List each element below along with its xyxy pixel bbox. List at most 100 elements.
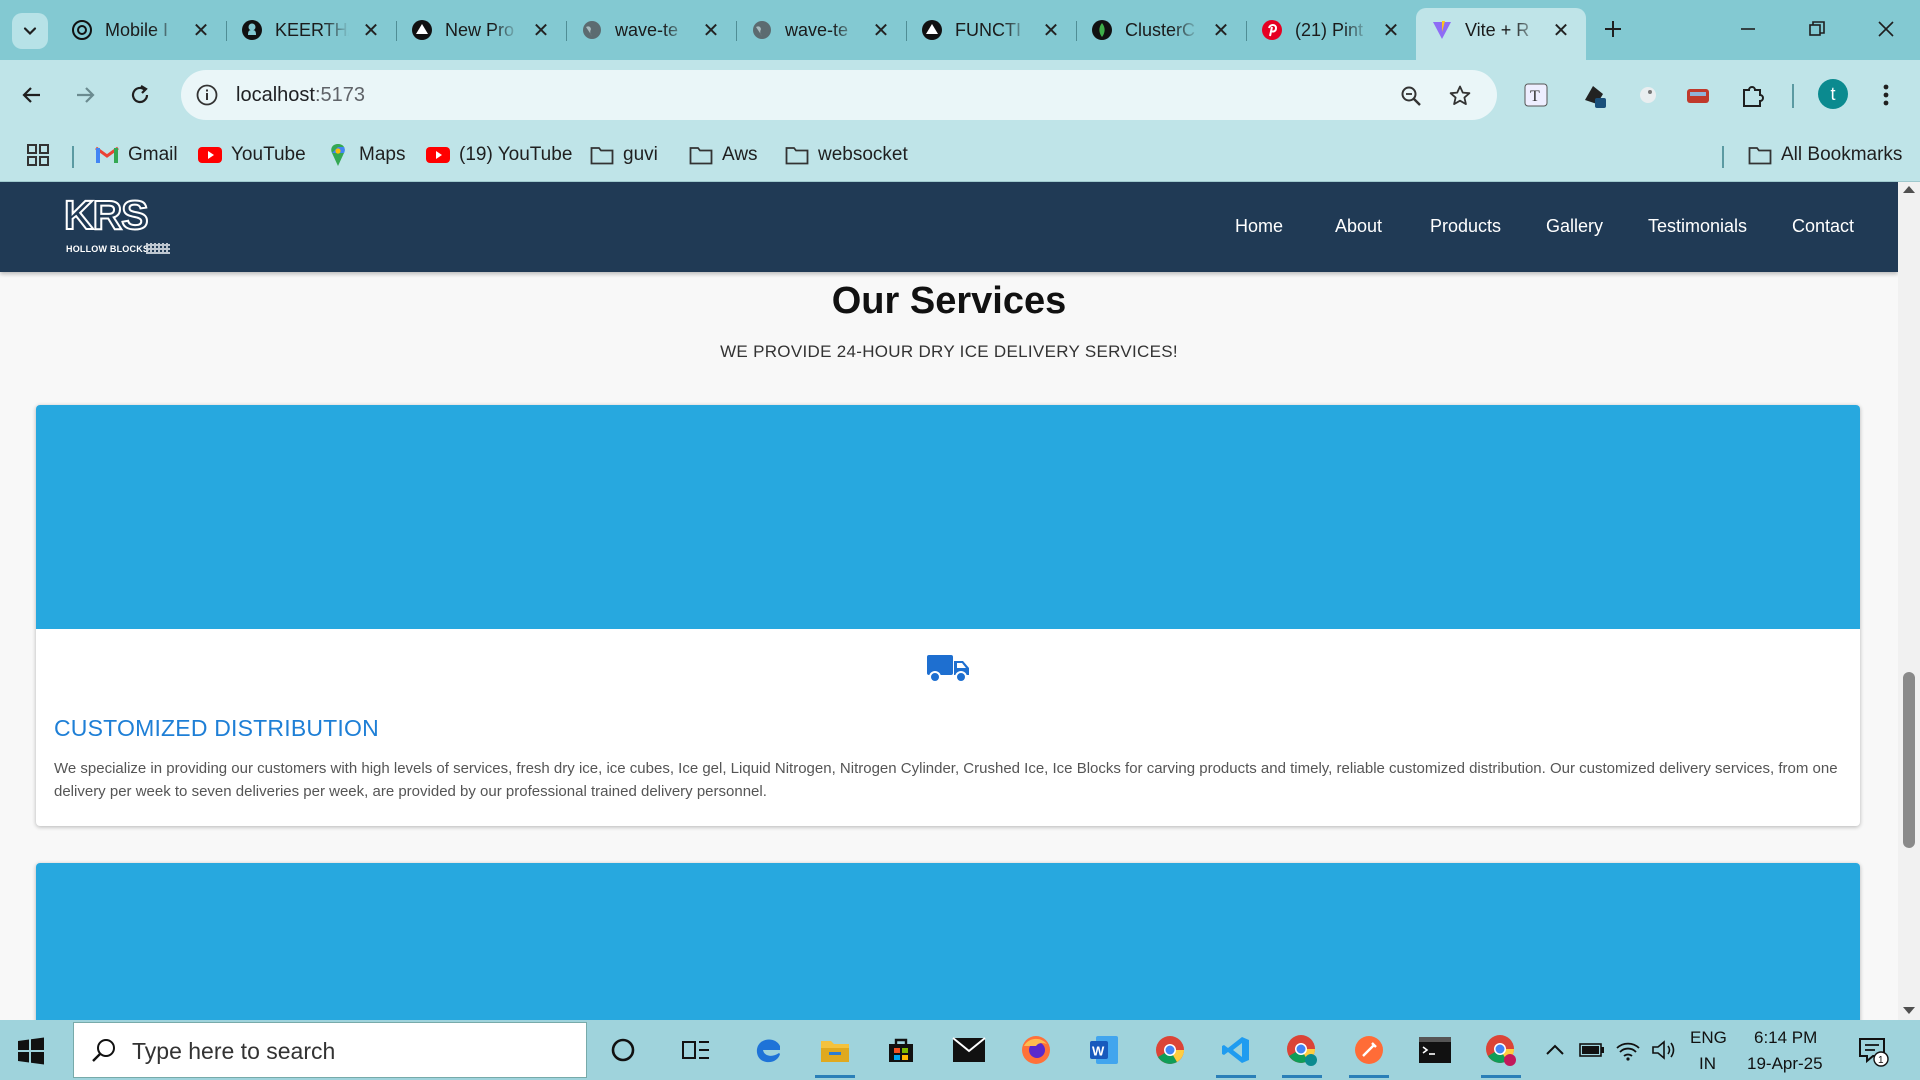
minimize-button[interactable]	[1733, 14, 1763, 44]
bookmark-folder-websocket[interactable]: websocket	[785, 140, 908, 170]
extension-icon[interactable]	[1576, 77, 1612, 113]
bookmark-youtube[interactable]: YouTube	[198, 140, 306, 170]
browser-tab[interactable]: New Pro ✕	[396, 8, 566, 52]
back-button[interactable]	[14, 77, 50, 113]
scrollbar-thumb[interactable]	[1903, 672, 1915, 848]
task-view-icon[interactable]	[674, 1028, 718, 1072]
apps-grid-icon	[27, 144, 49, 166]
all-bookmarks-button[interactable]: All Bookmarks	[1748, 140, 1902, 170]
browser-tab[interactable]: Mobile I ✕	[56, 8, 226, 52]
scroll-down-arrow-icon[interactable]	[1903, 1007, 1915, 1014]
language-indicator[interactable]: ENG	[1690, 1028, 1727, 1048]
apps-button[interactable]	[26, 140, 50, 170]
service-card-banner	[36, 863, 1860, 1020]
page-scrollbar[interactable]	[1898, 182, 1920, 1020]
file-explorer-icon[interactable]	[813, 1028, 857, 1078]
edge-icon[interactable]	[746, 1028, 790, 1072]
folder-icon	[1748, 143, 1772, 167]
logo-wordmark: KRS	[63, 192, 150, 238]
bookmark-folder-aws[interactable]: Aws	[689, 140, 758, 170]
vite-icon	[1431, 19, 1453, 41]
bookmark-folder-guvi[interactable]: guvi	[590, 140, 658, 170]
bookmark-maps[interactable]: Maps	[326, 140, 405, 170]
volume-icon[interactable]	[1642, 1028, 1686, 1072]
browser-tab[interactable]: ClusterC ✕	[1076, 8, 1246, 52]
nav-link-home[interactable]: Home	[1235, 216, 1283, 237]
bookmark-gmail[interactable]: Gmail	[95, 140, 178, 170]
folder-icon	[785, 143, 809, 167]
close-icon[interactable]: ✕	[530, 19, 552, 42]
site-logo[interactable]: KRS HOLLOW BLOCKS	[63, 191, 172, 259]
youtube-icon	[426, 143, 450, 167]
new-tab-button[interactable]	[1598, 14, 1628, 44]
browser-tab[interactable]: KEERTH/ ✕	[226, 8, 396, 52]
browser-tab[interactable]: (21) Pint ✕	[1246, 8, 1416, 52]
tab-title: FUNCTI	[955, 19, 1021, 40]
scroll-up-arrow-icon[interactable]	[1903, 186, 1915, 193]
close-icon[interactable]: ✕	[360, 19, 382, 42]
browser-tab[interactable]: FUNCTI ✕	[906, 8, 1076, 52]
browser-tab-active[interactable]: Vite + R ✕	[1416, 8, 1586, 60]
site-info-icon[interactable]	[193, 81, 221, 109]
profile-avatar[interactable]: t	[1818, 79, 1848, 109]
vscode-icon[interactable]	[1214, 1028, 1258, 1078]
postman-icon[interactable]	[1347, 1028, 1391, 1078]
gmail-icon	[95, 143, 119, 167]
close-icon[interactable]: ✕	[1550, 19, 1572, 42]
firefox-icon[interactable]	[1014, 1028, 1058, 1072]
translate-extension-icon[interactable]: T	[1518, 77, 1554, 113]
nav-link-about[interactable]: About	[1335, 216, 1382, 237]
tab-title: Mobile I	[105, 19, 169, 40]
chevron-down-icon	[23, 27, 37, 36]
search-icon	[92, 1039, 115, 1062]
bookmark-label: Gmail	[128, 144, 178, 165]
word-icon[interactable]: W	[1082, 1028, 1126, 1072]
vercel-icon	[921, 19, 943, 41]
close-icon	[1878, 21, 1894, 37]
extension-icon[interactable]	[1680, 77, 1716, 113]
url-text[interactable]: localhost:5173	[236, 84, 365, 107]
windows-start-icon[interactable]	[14, 1034, 48, 1068]
bookmarks-divider	[72, 146, 74, 168]
forward-button[interactable]	[67, 77, 103, 113]
tab-search-button[interactable]	[12, 13, 48, 49]
browser-tab[interactable]: wave-te ✕	[566, 8, 736, 52]
close-icon[interactable]: ✕	[190, 19, 212, 42]
clock-time[interactable]: 6:14 PM	[1754, 1028, 1817, 1048]
chrome-icon[interactable]	[1148, 1028, 1192, 1072]
plus-icon	[1605, 21, 1621, 37]
close-icon[interactable]: ✕	[1210, 19, 1232, 42]
close-window-button[interactable]	[1871, 14, 1901, 44]
microsoft-store-icon[interactable]	[879, 1028, 923, 1072]
bookmark-label: websocket	[818, 144, 908, 165]
reload-button[interactable]	[122, 77, 158, 113]
chrome-profile-icon[interactable]	[1280, 1028, 1324, 1078]
address-bar[interactable]: localhost:5173	[181, 70, 1497, 120]
restore-button[interactable]	[1802, 14, 1832, 44]
close-icon[interactable]: ✕	[870, 19, 892, 42]
puzzle-icon[interactable]	[1735, 77, 1771, 113]
zoom-icon[interactable]	[1397, 82, 1425, 110]
more-menu-icon[interactable]	[1868, 77, 1904, 113]
bookmark-label: Maps	[359, 144, 406, 165]
close-icon[interactable]: ✕	[700, 19, 722, 42]
close-icon[interactable]: ✕	[1040, 19, 1062, 42]
nav-link-gallery[interactable]: Gallery	[1546, 216, 1603, 237]
nav-link-products[interactable]: Products	[1430, 216, 1501, 237]
cortana-icon[interactable]	[601, 1028, 645, 1072]
mail-icon[interactable]	[947, 1028, 991, 1072]
bookmark-star-icon[interactable]	[1446, 82, 1474, 110]
extension-icon[interactable]	[1630, 77, 1666, 113]
bookmark-label: YouTube	[231, 144, 306, 165]
nav-link-testimonials[interactable]: Testimonials	[1648, 216, 1747, 237]
chrome-profile-icon[interactable]	[1479, 1028, 1523, 1078]
notification-icon[interactable]: 1	[1856, 1034, 1890, 1068]
browser-tab[interactable]: wave-te ✕	[736, 8, 906, 52]
bookmark-youtube-19[interactable]: (19) YouTube	[426, 140, 572, 170]
nav-link-contact[interactable]: Contact	[1792, 216, 1854, 237]
tab-title: wave-te	[615, 19, 679, 40]
terminal-icon[interactable]	[1413, 1028, 1457, 1072]
close-icon[interactable]: ✕	[1380, 19, 1402, 42]
taskbar-search-box[interactable]: Type here to search	[73, 1022, 587, 1078]
tab-title: Vite + R	[1465, 19, 1530, 40]
